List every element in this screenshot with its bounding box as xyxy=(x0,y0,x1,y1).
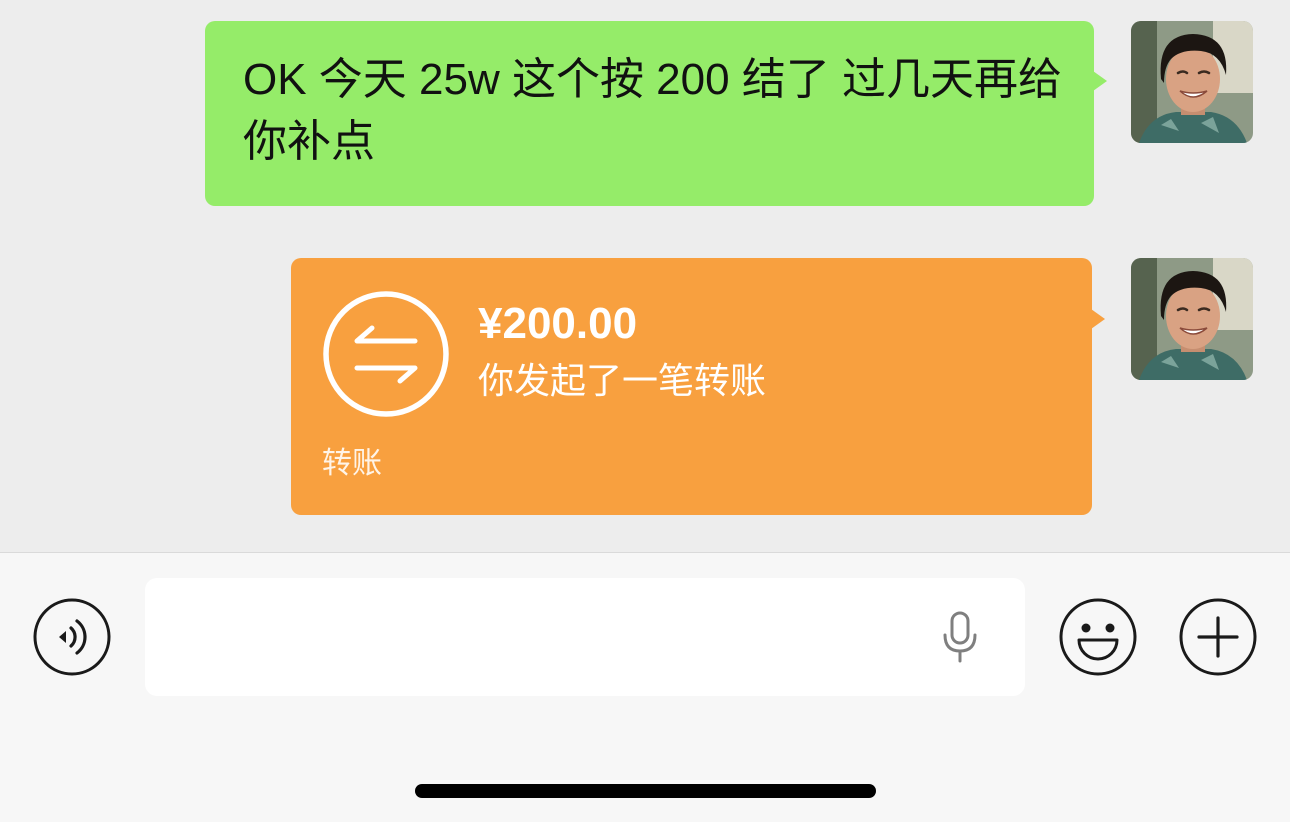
input-bar xyxy=(0,552,1290,822)
microphone-icon[interactable] xyxy=(940,611,980,663)
more-button[interactable] xyxy=(1178,597,1258,677)
emoji-button[interactable] xyxy=(1058,597,1138,677)
chat-area[interactable]: OK 今天 25w 这个按 200 结了 过几天再给你补点 ¥200.00 你发… xyxy=(0,0,1290,552)
emoji-icon[interactable] xyxy=(1058,597,1138,677)
avatar-photo-icon xyxy=(1131,21,1253,143)
voice-toggle-button[interactable] xyxy=(32,597,112,677)
voice-icon[interactable] xyxy=(32,597,112,677)
avatar-photo-icon xyxy=(1131,258,1253,380)
transfer-label: 转账 xyxy=(322,447,382,480)
home-indicator[interactable] xyxy=(415,784,876,798)
avatar[interactable] xyxy=(1131,21,1253,143)
transfer-status: 你发起了一笔转账 xyxy=(478,360,767,401)
message-input-field[interactable] xyxy=(145,578,1025,696)
message-bubble-text[interactable]: OK 今天 25w 这个按 200 结了 过几天再给你补点 xyxy=(205,21,1107,206)
message-input[interactable] xyxy=(169,578,909,696)
transfer-icon xyxy=(322,290,450,418)
message-text: OK 今天 25w 这个按 200 结了 过几天再给你补点 xyxy=(243,55,1063,166)
plus-icon[interactable] xyxy=(1178,597,1258,677)
transfer-card[interactable]: ¥200.00 你发起了一笔转账 转账 xyxy=(291,258,1105,515)
avatar[interactable] xyxy=(1131,258,1253,380)
transfer-amount: ¥200.00 xyxy=(478,299,638,348)
